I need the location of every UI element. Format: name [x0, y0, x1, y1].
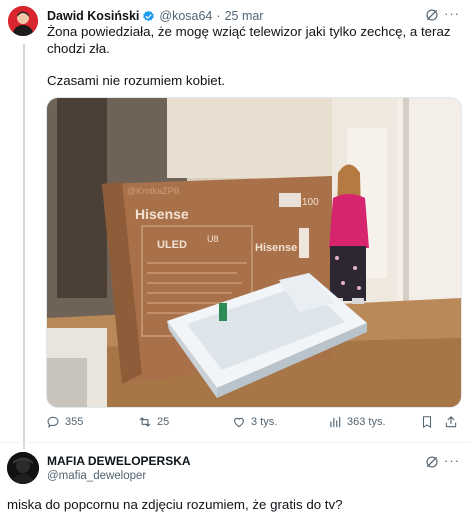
- reply-count: 355: [65, 416, 84, 428]
- box-panel-text: ULED: [157, 239, 187, 251]
- more-icon[interactable]: ···: [444, 6, 460, 21]
- reply-author-handle[interactable]: @mafia_deweloper: [47, 470, 146, 482]
- tweet-date[interactable]: 25 mar: [225, 9, 264, 23]
- reply-author-name[interactable]: MAFIA DEWELOPERSKA: [47, 454, 191, 468]
- verified-badge-icon: [142, 10, 155, 23]
- reply-grok-icon[interactable]: [425, 455, 439, 469]
- like-action[interactable]: 3 tys.: [232, 415, 277, 429]
- tweet-photo[interactable]: @KrotkaZPB Hisense ULED U8 Hisense 100: [46, 97, 462, 408]
- repost-icon: [139, 417, 151, 427]
- reply-more-icon[interactable]: ···: [444, 453, 460, 468]
- author-handle[interactable]: @kosa64: [159, 9, 212, 23]
- tweet-text-line1: Żona powiedziała, że mogę wziąć telewizo…: [47, 24, 451, 56]
- tweet-text: Żona powiedziała, że mogę wziąć telewizo…: [47, 24, 459, 90]
- tweet-text-line2: Czasami nie rozumiem kobiet.: [47, 73, 226, 88]
- box-watermark: @KrotkaZPB: [127, 186, 180, 196]
- grok-icon[interactable]: [425, 8, 439, 22]
- thread-line: [23, 44, 25, 449]
- box-size-badge: 100: [302, 197, 319, 208]
- like-count: 3 tys.: [251, 416, 278, 428]
- reply-icon: [47, 416, 59, 428]
- share-icon[interactable]: [444, 415, 463, 429]
- heart-icon: [234, 417, 244, 428]
- reply-text: miska do popcornu na zdjęciu rozumiem, ż…: [7, 497, 343, 512]
- box-brand: Hisense: [135, 206, 189, 222]
- tweet-header: Dawid Kosiński @kosa64 · 25 mar: [47, 8, 263, 24]
- reply-action[interactable]: 355: [46, 415, 83, 429]
- author-avatar[interactable]: [8, 6, 38, 36]
- box-brand-side: Hisense: [255, 242, 297, 254]
- separator: ·: [216, 9, 221, 23]
- repost-count: 25: [157, 416, 170, 428]
- views-icon: [330, 416, 341, 428]
- tweet-actions: 355 25 3 tys. 363 tys.: [46, 415, 460, 433]
- author-name[interactable]: Dawid Kosiński: [47, 9, 139, 23]
- divider: [0, 442, 471, 443]
- reply-author-avatar[interactable]: [7, 452, 39, 484]
- bookmark-icon[interactable]: [420, 415, 439, 429]
- views-count: 363 tys.: [347, 416, 386, 428]
- views-action[interactable]: 363 tys.: [328, 415, 386, 429]
- box-panel-code: U8: [207, 234, 219, 244]
- repost-action[interactable]: 25: [138, 415, 169, 429]
